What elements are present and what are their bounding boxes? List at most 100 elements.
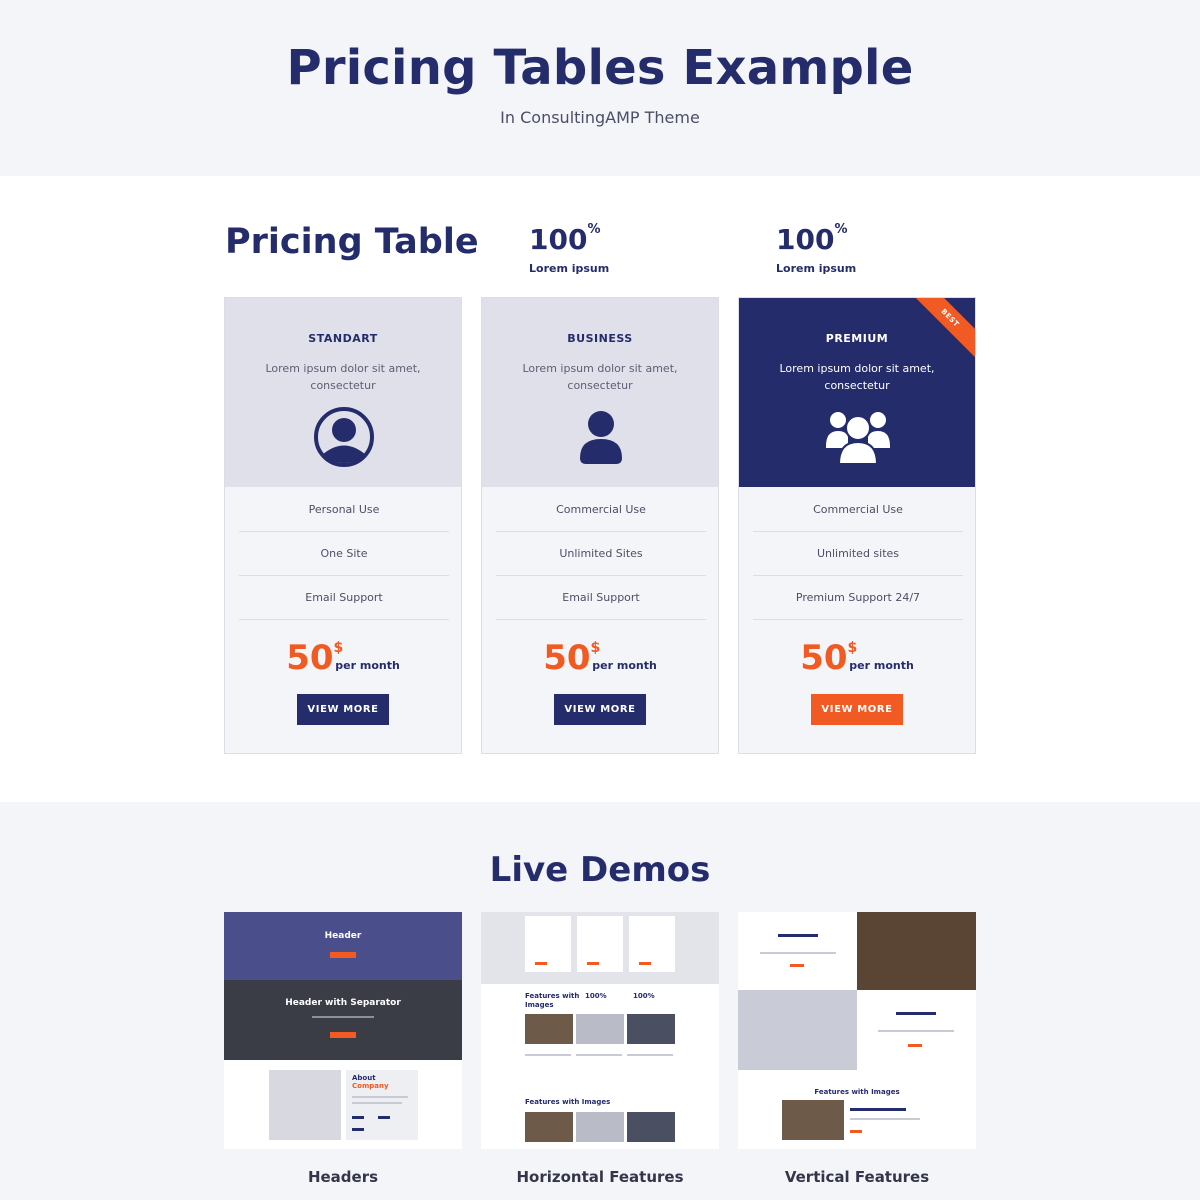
pricing-card-business: BUSINESS Lorem ipsum dolor sit amet, con… <box>481 297 719 754</box>
view-more-button[interactable]: VIEW MORE <box>297 694 389 725</box>
thumb-card <box>577 916 623 972</box>
thumb-line <box>352 1128 364 1131</box>
live-demos-section: Live Demos Header Header with Separator … <box>0 802 1200 1200</box>
price-currency: $ <box>590 640 601 656</box>
thumb-line <box>850 1108 906 1111</box>
thumb-line <box>760 952 836 954</box>
best-badge: BEST <box>904 298 975 364</box>
demo-label[interactable]: Horizontal Features <box>481 1168 719 1186</box>
price-period: per month <box>849 659 914 672</box>
thumb-stat: 100% <box>633 992 655 1000</box>
users-group-icon <box>739 406 975 468</box>
thumb-line <box>312 1016 374 1018</box>
price-value: 50 <box>800 638 848 678</box>
hero-section: Pricing Tables Example In ConsultingAMP … <box>0 0 1200 176</box>
thumb-button <box>330 952 356 958</box>
stat-1: 100% Lorem ipsum <box>529 222 610 275</box>
feature-item: One Site <box>239 532 449 576</box>
plan-description: Lorem ipsum dolor sit amet, consectetur <box>779 362 935 392</box>
view-more-button[interactable]: VIEW MORE <box>554 694 646 725</box>
thumb-image <box>627 1112 675 1142</box>
thumb-line <box>535 962 547 965</box>
price-period: per month <box>592 659 657 672</box>
thumb-line <box>352 1096 408 1098</box>
user-icon <box>482 406 718 468</box>
thumb-card <box>629 916 675 972</box>
feature-item: Unlimited sites <box>753 532 963 576</box>
thumb-image <box>857 912 976 990</box>
feature-item: Personal Use <box>239 488 449 532</box>
thumb-image <box>576 1014 624 1044</box>
thumb-line <box>639 962 651 965</box>
thumb-image <box>576 1112 624 1142</box>
thumb-image <box>627 1014 675 1044</box>
feature-item: Premium Support 24/7 <box>753 576 963 620</box>
plan-name: BUSINESS <box>567 332 633 345</box>
feature-item: Commercial Use <box>753 488 963 532</box>
page-subtitle: In ConsultingAMP Theme <box>500 108 700 127</box>
user-circle-icon <box>225 406 461 468</box>
price: 50$ per month <box>482 638 718 678</box>
thumb-line <box>850 1130 862 1133</box>
price-value: 50 <box>286 638 334 678</box>
demo-label[interactable]: Vertical Features <box>738 1168 976 1186</box>
thumb-button <box>330 1032 356 1038</box>
thumb-line <box>908 1044 922 1047</box>
plan-description: Lorem ipsum dolor sit amet, consectetur <box>522 362 678 392</box>
thumb-text: Company <box>352 1082 389 1090</box>
feature-item: Email Support <box>496 576 706 620</box>
thumb-text: About <box>352 1074 376 1082</box>
thumb-image <box>525 1014 573 1044</box>
thumb-line <box>850 1118 920 1120</box>
thumb-heading: Features with Images <box>525 992 580 1009</box>
thumb-image <box>782 1100 844 1140</box>
stat-unit: % <box>587 222 601 237</box>
thumb-line <box>525 1054 571 1056</box>
feature-item: Unlimited Sites <box>496 532 706 576</box>
plan-name: PREMIUM <box>825 332 889 345</box>
thumb-line <box>352 1102 402 1104</box>
card-header: BUSINESS Lorem ipsum dolor sit amet, con… <box>482 298 718 487</box>
stat-label: Lorem ipsum <box>529 262 610 275</box>
price-value: 50 <box>543 638 591 678</box>
thumb-image <box>738 990 857 1070</box>
card-header: BEST PREMIUM Lorem ipsum dolor sit amet,… <box>739 298 975 487</box>
price-currency: $ <box>333 640 344 656</box>
demo-thumbnail-headers[interactable]: Header Header with Separator About Compa… <box>224 912 462 1149</box>
thumb-line <box>778 934 818 937</box>
stat-label: Lorem ipsum <box>776 262 857 275</box>
pricing-card-premium: BEST PREMIUM Lorem ipsum dolor sit amet,… <box>738 297 976 754</box>
thumb-line <box>627 1054 673 1056</box>
plan-description: Lorem ipsum dolor sit amet, consectetur <box>265 362 421 392</box>
thumb-stat: 100% <box>585 992 607 1000</box>
price: 50$ per month <box>225 638 461 678</box>
view-more-button[interactable]: VIEW MORE <box>811 694 903 725</box>
thumb-image <box>224 912 462 980</box>
stat-value: 100 <box>776 223 835 256</box>
thumb-line <box>790 964 804 967</box>
card-header: STANDART Lorem ipsum dolor sit amet, con… <box>225 298 461 487</box>
price: 50$ per month <box>739 638 975 678</box>
thumb-image <box>224 980 462 1060</box>
thumb-heading: Header <box>324 931 362 941</box>
page-title: Pricing Tables Example <box>286 40 914 96</box>
stat-unit: % <box>834 222 848 237</box>
plan-name: STANDART <box>308 332 378 345</box>
feature-item: Email Support <box>239 576 449 620</box>
thumb-line <box>896 1012 936 1015</box>
demo-thumbnail-vertical-features[interactable]: Features with Images <box>738 912 976 1149</box>
price-currency: $ <box>847 640 858 656</box>
thumb-card <box>525 916 571 972</box>
thumb-heading: Features with Images <box>814 1088 900 1096</box>
thumb-image <box>269 1070 341 1140</box>
demo-thumbnail-horizontal-features[interactable]: Features with Images 100% 100% Features … <box>481 912 719 1149</box>
pricing-heading: Pricing Table <box>225 222 479 262</box>
stat-2: 100% Lorem ipsum <box>776 222 857 275</box>
thumb-image <box>525 1112 573 1142</box>
demo-label[interactable]: Headers <box>224 1168 462 1186</box>
thumb-line <box>878 1030 954 1032</box>
stat-value: 100 <box>529 223 588 256</box>
thumb-heading: Features with Images <box>525 1098 611 1106</box>
section-title: Live Demos <box>489 850 711 890</box>
pricing-card-standart: STANDART Lorem ipsum dolor sit amet, con… <box>224 297 462 754</box>
